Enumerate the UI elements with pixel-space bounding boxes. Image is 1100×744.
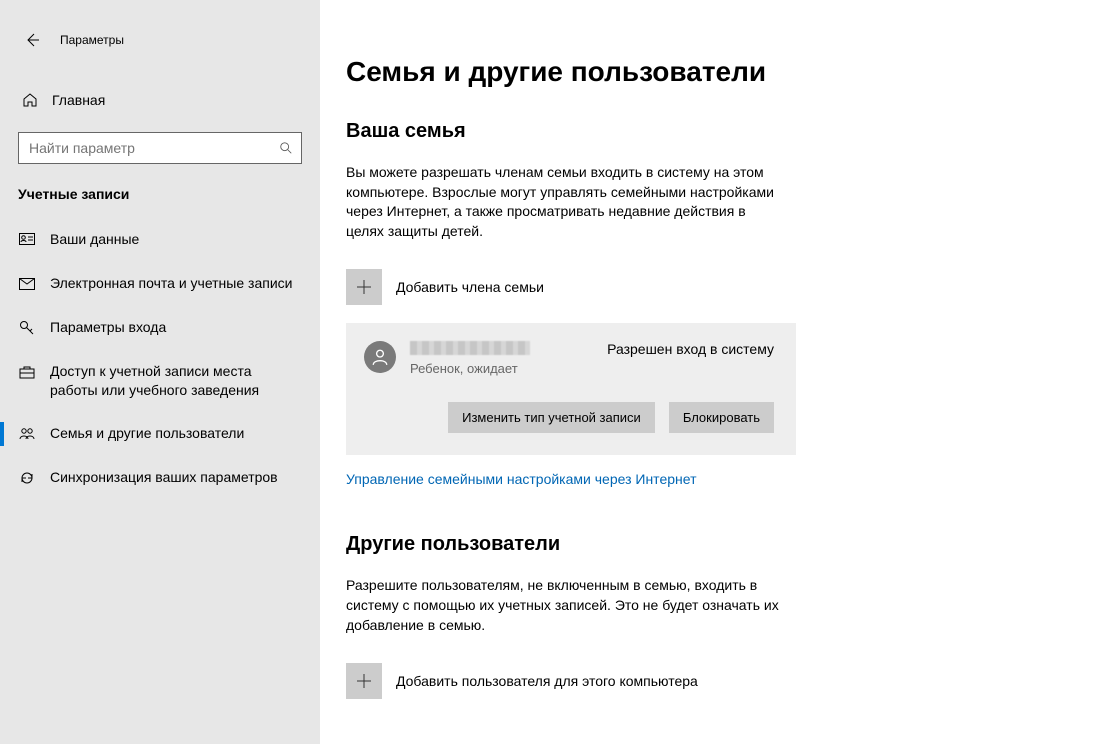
search-input[interactable] [19, 133, 271, 163]
briefcase-icon [18, 363, 36, 381]
search-wrap [0, 132, 320, 164]
others-section-title: Другие пользователи [346, 533, 1100, 556]
search-box[interactable] [18, 132, 302, 164]
sync-icon [18, 469, 36, 487]
sidebar-item-label: Электронная почта и учетные записи [50, 274, 292, 293]
family-section-title: Ваша семья [346, 120, 1100, 143]
block-button[interactable]: Блокировать [669, 402, 774, 433]
sidebar-item-email-accounts[interactable]: Электронная почта и учетные записи [0, 262, 320, 306]
sidebar-item-label: Параметры входа [50, 318, 166, 337]
add-family-label: Добавить члена семьи [396, 279, 544, 295]
sidebar-item-label: Ваши данные [50, 230, 139, 249]
sidebar-item-sync[interactable]: Синхронизация ваших параметров [0, 456, 320, 500]
add-other-label: Добавить пользователя для этого компьюте… [396, 673, 698, 689]
avatar [364, 341, 396, 373]
sidebar-item-signin-options[interactable]: Параметры входа [0, 306, 320, 350]
plus-icon [346, 663, 382, 699]
main-content: Семья и другие пользователи Ваша семья В… [320, 0, 1100, 744]
add-family-member[interactable]: Добавить члена семьи [346, 269, 1100, 305]
window-title: Параметры [60, 33, 124, 47]
sidebar-item-label: Семья и другие пользователи [50, 424, 244, 443]
add-other-user[interactable]: Добавить пользователя для этого компьюте… [346, 663, 1100, 699]
sidebar-item-family[interactable]: Семья и другие пользователи [0, 412, 320, 456]
sidebar-home[interactable]: Главная [0, 80, 320, 120]
user-name-redacted [410, 341, 530, 355]
person-card-icon [18, 231, 36, 249]
sidebar-section-header: Учетные записи [0, 186, 320, 202]
sidebar-home-label: Главная [52, 92, 105, 108]
people-icon [18, 425, 36, 443]
plus-icon [346, 269, 382, 305]
mail-icon [18, 275, 36, 293]
family-user-card[interactable]: Ребенок, ожидает Разрешен вход в систему… [346, 323, 796, 455]
family-description: Вы можете разрешать членам семьи входить… [346, 163, 786, 241]
sidebar-item-label: Доступ к учетной записи места работы или… [50, 362, 302, 400]
user-role: Ребенок, ожидает [410, 361, 607, 376]
sidebar-item-work-access[interactable]: Доступ к учетной записи места работы или… [0, 350, 320, 412]
home-icon [22, 92, 38, 108]
change-account-type-button[interactable]: Изменить тип учетной записи [448, 402, 655, 433]
others-description: Разрешите пользователям, не включенным в… [346, 576, 786, 635]
sidebar-item-your-info[interactable]: Ваши данные [0, 218, 320, 262]
manage-family-link[interactable]: Управление семейными настройками через И… [346, 471, 696, 487]
search-icon[interactable] [271, 141, 301, 155]
page-title: Семья и другие пользователи [346, 56, 1100, 88]
sidebar: Параметры Главная Учетные записи Ваши да… [0, 0, 320, 744]
back-button[interactable] [22, 30, 42, 50]
titlebar: Параметры [0, 24, 320, 56]
sidebar-item-label: Синхронизация ваших параметров [50, 468, 278, 487]
key-icon [18, 319, 36, 337]
user-status: Разрешен вход в систему [607, 341, 774, 357]
